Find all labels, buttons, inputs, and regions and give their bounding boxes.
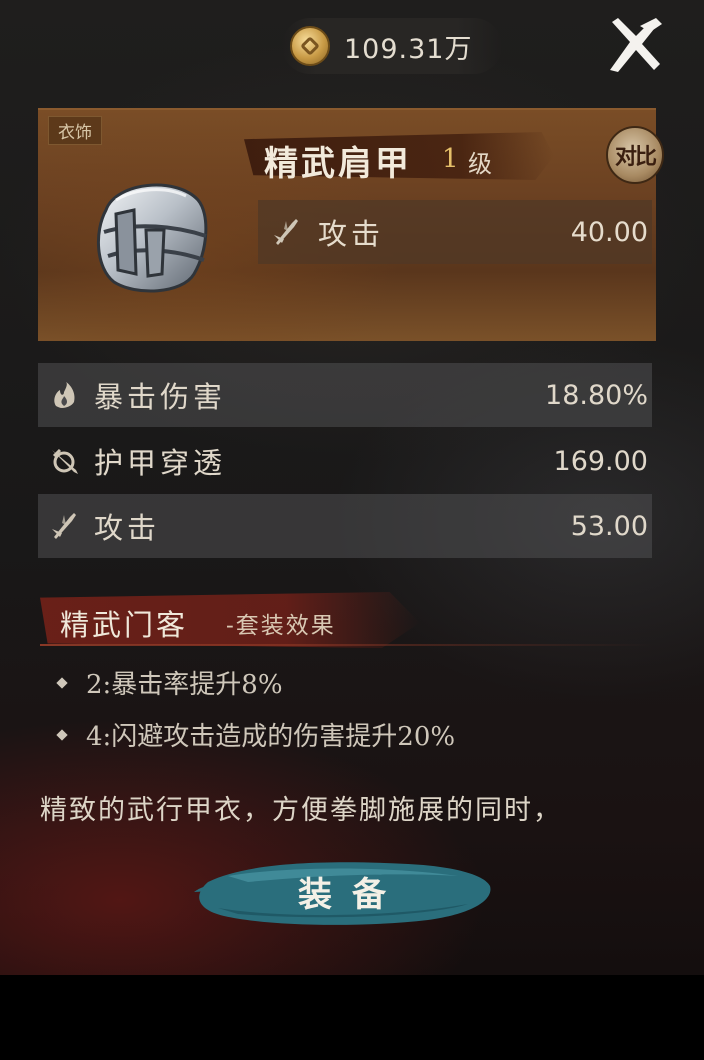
item-description: 精致的武行甲衣，方便拳脚施展的同时，: [40, 795, 562, 826]
main-stat-row: 攻击 40.00: [258, 200, 652, 264]
stat-row-attack: 攻击 53.00: [38, 494, 652, 558]
stat-label: 暴击伤害: [94, 380, 227, 414]
stat-row-armor-penetration: 护甲穿透 169.00: [38, 429, 652, 493]
compare-label: 对比: [614, 144, 657, 170]
shoulder-armor-icon: [96, 183, 208, 293]
coin-icon: [290, 26, 330, 66]
set-name: 精武门客: [60, 608, 189, 642]
bullet-icon: [56, 676, 68, 689]
sword-icon: [274, 219, 298, 245]
set-bonus-text: 2:暴击率提升8%: [86, 670, 283, 700]
item-level-unit: 级: [468, 150, 492, 178]
main-stat-value: 40.00: [570, 216, 648, 248]
pierce-icon: [52, 448, 78, 474]
currency-amount: 109.31万: [344, 33, 473, 65]
set-divider: [40, 644, 654, 646]
equip-label: 装备: [298, 874, 406, 915]
item-card: 衣饰 精武肩甲 1 级 对比 攻击 40.00: [38, 108, 664, 341]
compare-button[interactable]: 对比: [606, 126, 664, 184]
stat-row-crit-damage: 暴击伤害 18.80%: [38, 363, 652, 427]
item-name: 精武肩甲: [264, 144, 412, 184]
category-tag: 衣饰: [48, 116, 102, 145]
item-detail-panel: 109.31万 衣饰 精武肩甲 1 级 对比 攻击 40.00 暴击伤害 18.…: [0, 0, 704, 975]
stat-label: 护甲穿透: [94, 446, 227, 480]
equip-button[interactable]: 装备: [188, 852, 496, 930]
flame-icon: [54, 382, 75, 408]
main-stat-label: 攻击: [318, 217, 385, 251]
stat-label: 攻击: [94, 511, 161, 545]
item-level: 1: [442, 144, 459, 174]
set-bonus-text: 4:闪避攻击造成的伤害提升20%: [86, 722, 456, 752]
bullet-icon: [56, 728, 68, 741]
bottom-bar: [0, 975, 704, 1060]
set-bonus-item: 4:闪避攻击造成的伤害提升20%: [56, 716, 456, 753]
set-subtitle: -套装效果: [226, 613, 336, 639]
stat-value: 18.80%: [545, 379, 648, 411]
close-button[interactable]: [600, 14, 666, 80]
stat-value: 169.00: [553, 445, 648, 477]
close-icon: [610, 18, 662, 72]
currency-display: 109.31万: [282, 18, 502, 74]
set-bonus-item: 2:暴击率提升8%: [56, 664, 283, 701]
sword-icon: [52, 513, 76, 539]
stat-value: 53.00: [570, 510, 648, 542]
